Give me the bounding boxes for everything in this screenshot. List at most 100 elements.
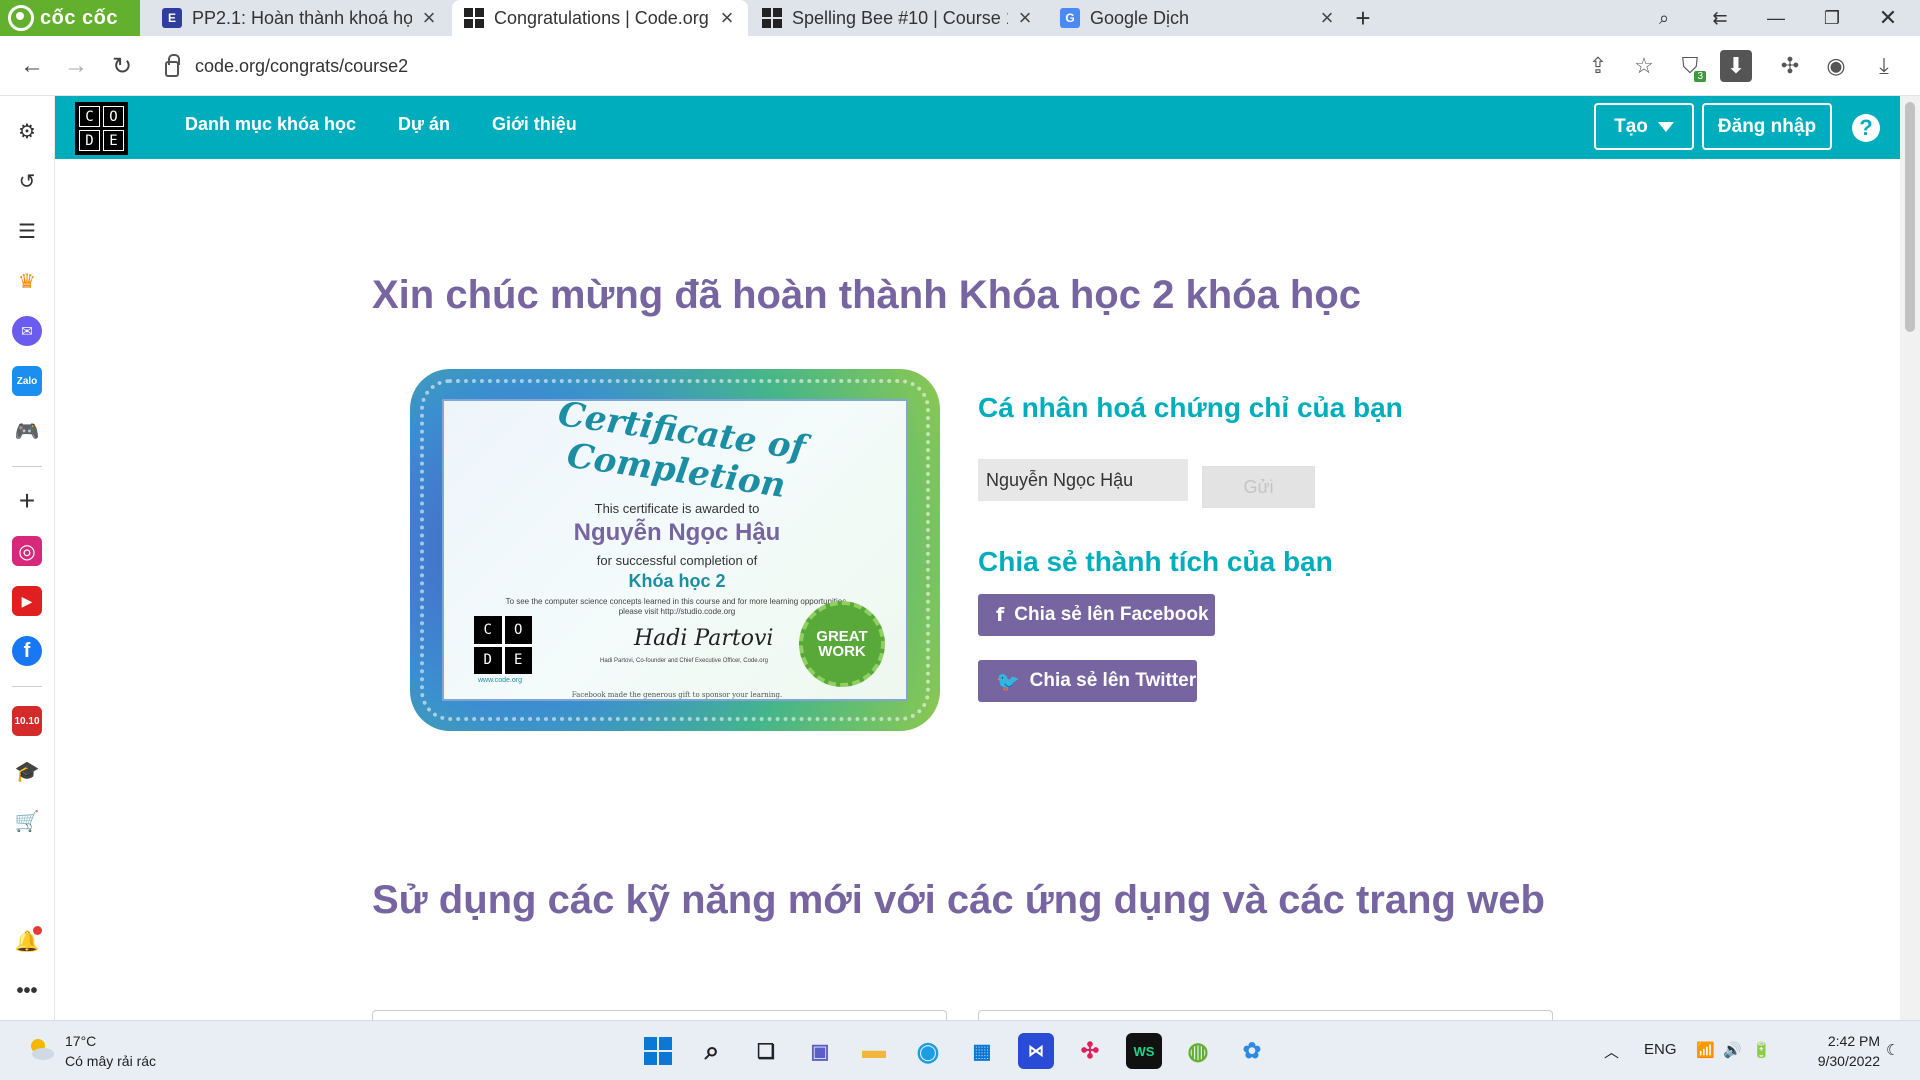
nav-course-catalog[interactable]: Danh mục khóa học	[185, 114, 356, 135]
tab-pp21[interactable]: E PP2.1: Hoàn thành khoá học ×	[150, 0, 450, 36]
reload-icon[interactable]: ↻	[106, 50, 138, 82]
tab-congratulations[interactable]: Congratulations | Code.org ×	[452, 0, 748, 36]
instagram-icon[interactable]: ◎	[12, 536, 42, 566]
profile-icon[interactable]: ◉	[1820, 50, 1852, 82]
app-card[interactable]	[978, 1010, 1553, 1020]
shopping-sale-icon[interactable]: 10.10	[12, 706, 42, 736]
logo-letter: D	[79, 130, 100, 151]
new-tab-button[interactable]: +	[1348, 0, 1378, 36]
notifications-icon[interactable]: ☾	[1886, 1041, 1899, 1059]
tab-search-icon[interactable]: ⌕	[1636, 0, 1692, 36]
wifi-icon[interactable]: 📶	[1696, 1041, 1715, 1059]
page-title: Xin chúc mừng đã hoàn thành Khóa học 2 k…	[372, 273, 1362, 317]
facebook-icon[interactable]: f	[12, 636, 42, 666]
logo-letter: D	[474, 646, 502, 674]
certificate-name-input[interactable]	[978, 459, 1188, 501]
help-icon[interactable]: ?	[1852, 114, 1880, 142]
windows-start-icon[interactable]	[640, 1033, 676, 1069]
slack-icon[interactable]: ✣	[1072, 1033, 1108, 1069]
certificate-signer: Hadi Partovi, Co-founder and Chief Execu…	[600, 658, 768, 664]
reading-list-icon[interactable]: ☰	[12, 216, 42, 246]
coccoc-taskbar-icon[interactable]: ◍	[1180, 1033, 1216, 1069]
weather-temperature[interactable]: 17°C	[65, 1033, 96, 1049]
tray-overflow-chevron-icon[interactable]: ︿	[1604, 1041, 1619, 1062]
weather-partly-cloudy-icon[interactable]	[26, 1035, 56, 1065]
close-icon[interactable]: ×	[1016, 5, 1034, 31]
settings-gear-icon[interactable]: ⚙	[12, 116, 42, 146]
input-language[interactable]: ENG	[1644, 1041, 1677, 1058]
coccoc-brand-button[interactable]: cốc cốc	[0, 0, 140, 36]
great-work-badge: GREAT WORK	[799, 601, 885, 687]
app-card[interactable]	[372, 1010, 947, 1020]
browser-tab-strip: cốc cốc E PP2.1: Hoàn thành khoá học × C…	[0, 0, 1920, 36]
browser-sidebar: ⚙ ↺ ☰ ♛ ✉ Zalo 🎮 + ◎ ▶ f 10.10 🎓 🛒 🔔 •••	[0, 96, 55, 1020]
logo-letter: C	[79, 106, 100, 127]
paint-app-icon[interactable]: ✿	[1234, 1033, 1270, 1069]
share-facebook-label: Chia sẻ lên Facebook	[1014, 604, 1209, 625]
address-bar[interactable]: code.org/congrats/course2	[155, 44, 1550, 88]
logo-letter: O	[504, 616, 532, 644]
game-controller-icon[interactable]: 🎮	[12, 416, 42, 446]
cart-icon[interactable]: 🛒	[12, 806, 42, 836]
more-icon[interactable]: •••	[12, 976, 42, 1006]
close-icon[interactable]: ×	[420, 5, 438, 31]
messenger-icon[interactable]: ✉	[12, 316, 42, 346]
add-icon[interactable]: +	[12, 485, 42, 516]
file-explorer-icon[interactable]: ▬	[856, 1033, 892, 1069]
send-button[interactable]: Gửi	[1202, 466, 1315, 508]
tab-spelling-bee[interactable]: Spelling Bee #10 | Course 1 - ×	[750, 0, 1046, 36]
microsoft-store-icon[interactable]: ▦	[964, 1033, 1000, 1069]
window-close-icon[interactable]: ✕	[1860, 0, 1916, 36]
tab-title: PP2.1: Hoàn thành khoá học	[192, 7, 412, 28]
extensions-puzzle-icon[interactable]: ✣	[1774, 50, 1806, 82]
shield-extension-icon[interactable]: ⛉ 3	[1674, 50, 1706, 82]
logo-letter: E	[504, 646, 532, 674]
crown-icon[interactable]: ♛	[12, 266, 42, 296]
share-page-icon[interactable]: ⇪	[1582, 50, 1614, 82]
notification-bell-icon[interactable]: 🔔	[12, 926, 42, 956]
close-icon[interactable]: ×	[1318, 5, 1336, 31]
downloads-icon[interactable]: ⤓	[1868, 50, 1900, 82]
weather-description[interactable]: Có mây rải rác	[65, 1053, 156, 1069]
graduation-cap-icon[interactable]: 🎓	[12, 756, 42, 786]
back-arrow-icon[interactable]: ←	[16, 50, 48, 82]
forward-arrow-icon[interactable]: →	[60, 50, 92, 82]
signin-button[interactable]: Đăng nhập	[1702, 103, 1832, 150]
url-text: code.org/congrats/course2	[195, 55, 409, 76]
nav-about[interactable]: Giới thiệu	[492, 114, 577, 135]
certificate-name: Nguyễn Ngọc Hậu	[573, 519, 781, 546]
create-dropdown-button[interactable]: Tạo	[1594, 103, 1694, 150]
battery-icon[interactable]: 🔋	[1752, 1041, 1771, 1059]
lock-icon	[165, 54, 180, 77]
task-view-icon[interactable]: ❏	[748, 1033, 784, 1069]
history-icon[interactable]: ↺	[12, 166, 42, 196]
share-heading: Chia sẻ thành tích của bạn	[978, 546, 1333, 577]
caret-down-icon	[1657, 121, 1674, 132]
vs-code-app-icon[interactable]: ⋈	[1018, 1033, 1054, 1069]
zalo-icon[interactable]: Zalo	[12, 366, 42, 396]
search-icon[interactable]: ⌕	[694, 1033, 730, 1069]
close-icon[interactable]: ×	[718, 5, 736, 31]
teams-chat-icon[interactable]: ▣	[802, 1033, 838, 1069]
share-twitter-button[interactable]: 🐦 Chia sẻ lên Twitter	[978, 660, 1197, 702]
scrollbar-thumb[interactable]	[1905, 102, 1915, 332]
youtube-icon[interactable]: ▶	[12, 586, 42, 616]
volume-icon[interactable]: 🔊	[1723, 1041, 1742, 1059]
logo-letter: O	[103, 106, 124, 127]
nav-projects[interactable]: Dự án	[398, 114, 450, 135]
tab-google-translate[interactable]: G Google Dịch ×	[1048, 0, 1348, 36]
page-scrollbar[interactable]	[1900, 96, 1920, 1020]
webstorm-icon[interactable]: WS	[1126, 1033, 1162, 1069]
facebook-icon: f	[996, 604, 1005, 626]
code-org-logo[interactable]: C O D E	[75, 102, 128, 155]
minimize-icon[interactable]: —	[1748, 0, 1804, 36]
page-content: C O D E Danh mục khóa học Dự án Giới thi…	[55, 96, 1900, 1020]
edge-browser-icon[interactable]: ◉	[910, 1033, 946, 1069]
back-history-icon[interactable]: ⇇	[1692, 0, 1748, 36]
system-clock[interactable]: 2:42 PM 9/30/2022	[1790, 1031, 1880, 1071]
restore-icon[interactable]: ❐	[1804, 0, 1860, 36]
bookmark-star-icon[interactable]: ☆	[1628, 50, 1660, 82]
share-facebook-button[interactable]: f Chia sẻ lên Facebook	[978, 594, 1215, 636]
logo-letter: E	[103, 130, 124, 151]
download-extension-icon[interactable]: ⬇	[1720, 50, 1752, 82]
